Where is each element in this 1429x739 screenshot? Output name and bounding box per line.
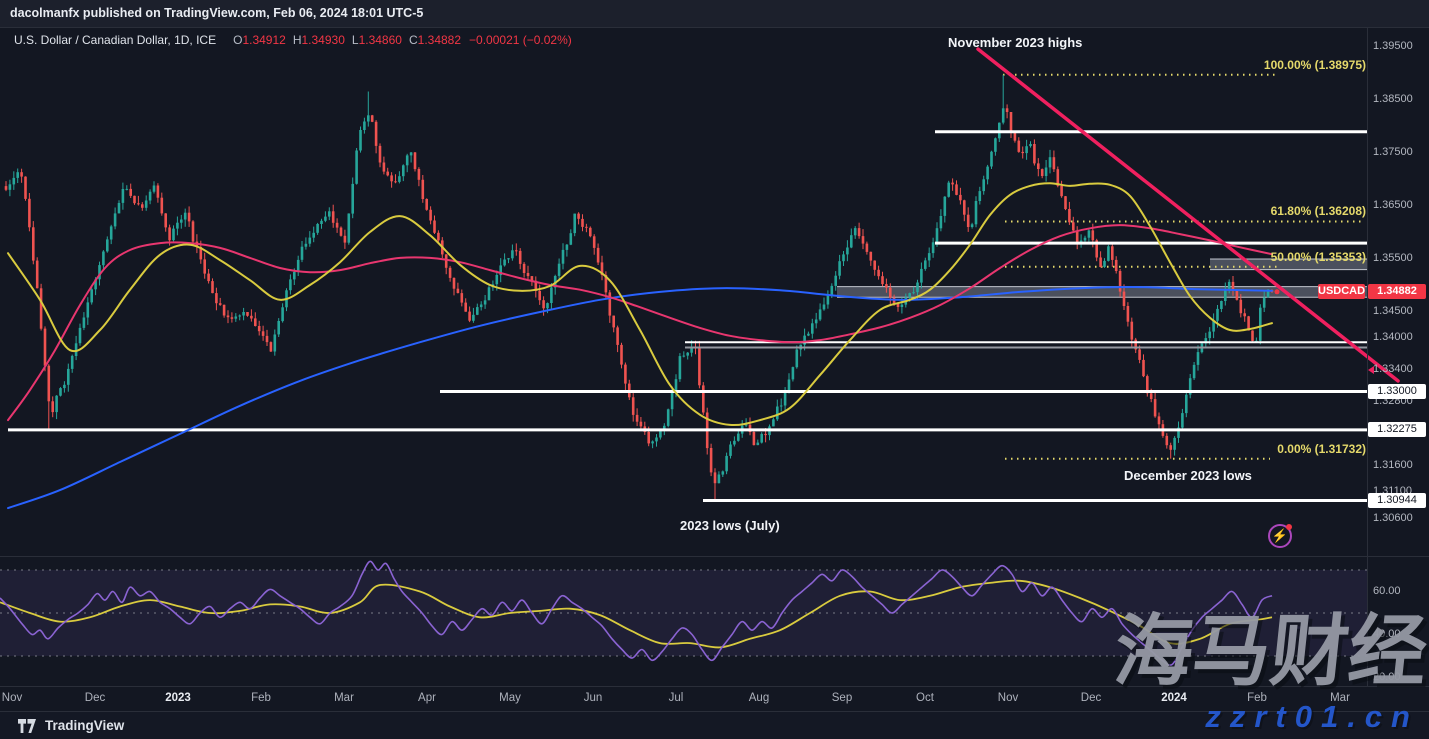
rsi-tick: 60.00 [1373, 585, 1401, 597]
time-axis-label: May [499, 692, 521, 704]
lightning-icon: ⚡ [1272, 528, 1288, 543]
price-tick: 1.30600 [1373, 512, 1413, 524]
price-level-chip: 1.30944 [1368, 493, 1426, 508]
ohlc-value: 1.34882 [418, 33, 461, 47]
time-axis-label: Dec [1081, 692, 1101, 704]
time-axis-label: Sep [832, 692, 852, 704]
price-tick: 1.36500 [1373, 199, 1413, 211]
ohlc-letter: H [293, 33, 302, 47]
ohlc-value: 1.34912 [242, 33, 285, 47]
change-value: −0.00021 (−0.02%) [469, 33, 572, 47]
price-tick: 1.37500 [1373, 146, 1413, 158]
ohlc-values: O1.34912H1.34930L1.34860C1.34882 [226, 33, 461, 47]
annotation-2023-july-lows: 2023 lows (July) [680, 518, 780, 533]
time-axis-label: Dec [85, 692, 105, 704]
watermark-url: zzrt01.cn [1205, 699, 1419, 735]
fib-level-label: 0.00% (1.31732) [1186, 442, 1366, 456]
tradingview-logo[interactable] [18, 719, 36, 733]
symbol-price-label: USDCAD [1318, 284, 1365, 299]
fib-level-label: 100.00% (1.38975) [1186, 58, 1366, 72]
price-tick: 1.38500 [1373, 93, 1413, 105]
trendline-price-marker [1368, 366, 1374, 374]
time-axis-label: Nov [2, 692, 22, 704]
fib-level-label: 50.00% (1.35353) [1186, 250, 1366, 264]
price-axis-border [1367, 28, 1368, 686]
symbol-title: U.S. Dollar / Canadian Dollar, 1D, ICE [14, 33, 216, 47]
annotation-november-2023-highs: November 2023 highs [948, 35, 1082, 50]
time-axis-label: Apr [418, 692, 436, 704]
time-axis-label: Oct [916, 692, 934, 704]
price-level-chip: 1.32275 [1368, 422, 1426, 437]
price-tick: 1.31600 [1373, 459, 1413, 471]
ohlc-letter: C [409, 33, 418, 47]
last-price-chip: 1.34882 [1368, 284, 1426, 299]
price-tick: 1.35500 [1373, 252, 1413, 264]
price-tick: 1.34500 [1373, 305, 1413, 317]
brand-name: TradingView [45, 718, 124, 733]
time-axis-label: Nov [998, 692, 1018, 704]
watermark-chinese: 海马财经 [1111, 612, 1429, 690]
time-axis-label: Aug [749, 692, 769, 704]
ohlc-letter: L [352, 33, 359, 47]
published-byline: dacolmanfx published on TradingView.com,… [10, 6, 423, 20]
price-tick: 1.39500 [1373, 40, 1413, 52]
rsi-pane-divider [0, 556, 1429, 557]
price-level-chip: 1.33000 [1368, 384, 1426, 399]
header-bar: dacolmanfx published on TradingView.com,… [0, 0, 1429, 28]
ohlc-value: 1.34860 [359, 33, 402, 47]
price-tick: 1.34000 [1373, 331, 1413, 343]
notification-dot [1286, 524, 1292, 530]
price-tick: 1.33400 [1373, 363, 1413, 375]
time-axis-label: Mar [334, 692, 354, 704]
time-axis-label: 2023 [165, 692, 191, 704]
time-axis-label: Jun [584, 692, 603, 704]
fib-level-label: 61.80% (1.36208) [1186, 204, 1366, 218]
ohlc-value: 1.34930 [302, 33, 345, 47]
symbol-legend: U.S. Dollar / Canadian Dollar, 1D, ICEO1… [14, 33, 572, 47]
time-axis-label: Jul [669, 692, 684, 704]
annotation-december-2023-lows: December 2023 lows [1124, 468, 1252, 483]
time-axis-label: Feb [251, 692, 271, 704]
flash-icon[interactable]: ⚡ [1268, 524, 1292, 548]
